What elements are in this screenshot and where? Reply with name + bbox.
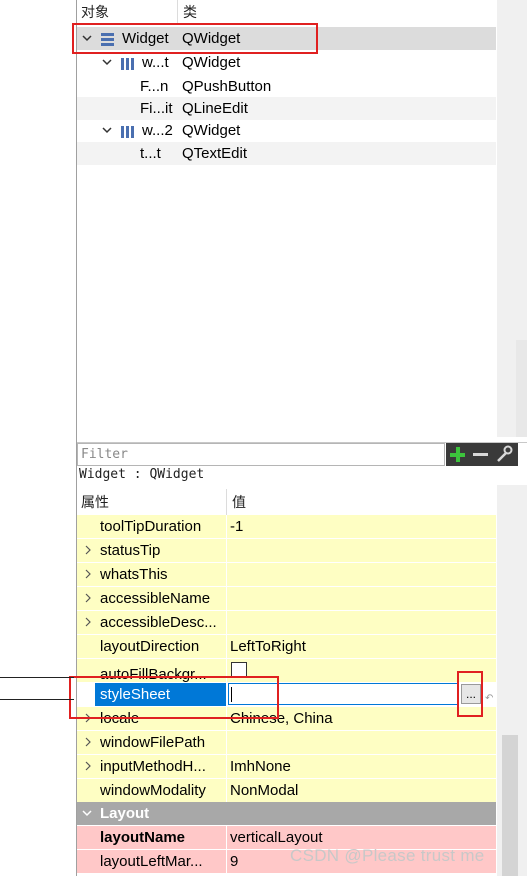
property-group-layout[interactable]: Layout bbox=[77, 802, 496, 826]
column-separator bbox=[226, 755, 227, 778]
hbox-layout-icon bbox=[121, 55, 135, 70]
column-separator bbox=[226, 587, 227, 610]
tree-row-widget-child-2[interactable]: w...2 QWidget bbox=[77, 119, 496, 142]
group-name: Layout bbox=[100, 805, 150, 822]
property-row-layoutdirection[interactable]: layoutDirection LeftToRight bbox=[77, 635, 496, 659]
chevron-right-icon[interactable] bbox=[83, 761, 93, 771]
chevron-down-icon[interactable] bbox=[82, 808, 92, 818]
column-separator bbox=[226, 611, 227, 634]
header-property: 属性 bbox=[81, 494, 109, 510]
annotation-line-top bbox=[0, 677, 74, 678]
watermark: CSDN @Please trust me bbox=[290, 846, 485, 865]
tree-row-name: w...2 bbox=[142, 122, 173, 139]
property-name: statusTip bbox=[100, 542, 161, 559]
column-separator bbox=[226, 635, 227, 658]
tree-row-class: QWidget bbox=[182, 122, 241, 139]
property-value[interactable]: NonModal bbox=[230, 779, 298, 802]
filter-toolbar bbox=[446, 443, 518, 466]
highlight-box-widget bbox=[72, 23, 318, 54]
column-separator bbox=[226, 731, 227, 754]
hbox-layout-icon bbox=[121, 123, 135, 138]
tree-row-class: QPushButton bbox=[182, 78, 272, 95]
header-separator bbox=[226, 489, 227, 515]
chevron-right-icon[interactable] bbox=[83, 545, 93, 555]
wrench-icon[interactable] bbox=[495, 445, 513, 463]
property-row-accessiblename[interactable]: accessibleName bbox=[77, 587, 496, 611]
header-value: 值 bbox=[232, 494, 246, 510]
tree-row-widget-child-1[interactable]: w...t QWidget bbox=[77, 51, 496, 74]
property-header: 属性 值 bbox=[77, 489, 496, 515]
property-name: layoutLeftMar... bbox=[100, 853, 203, 870]
property-scrollbar-thumb[interactable] bbox=[502, 735, 518, 876]
property-name: toolTipDuration bbox=[100, 518, 202, 535]
add-property-icon[interactable] bbox=[449, 446, 466, 463]
header-object: 对象 bbox=[81, 4, 109, 20]
tree-header: 对象 类 bbox=[77, 0, 496, 24]
chevron-right-icon[interactable] bbox=[83, 569, 93, 579]
property-row-tooltipduration[interactable]: toolTipDuration -1 bbox=[77, 515, 496, 539]
chevron-down-icon[interactable] bbox=[102, 57, 112, 67]
property-value[interactable]: LeftToRight bbox=[230, 635, 306, 658]
property-value[interactable]: ImhNone bbox=[230, 755, 291, 778]
chevron-right-icon[interactable] bbox=[83, 737, 93, 747]
column-separator bbox=[226, 826, 227, 849]
column-separator bbox=[226, 539, 227, 562]
property-name: accessibleDesc... bbox=[100, 614, 217, 631]
tree-row-class: QTextEdit bbox=[182, 145, 248, 162]
property-name: windowModality bbox=[100, 782, 206, 799]
column-separator bbox=[226, 515, 227, 538]
tree-scrollbar-thumb[interactable] bbox=[516, 340, 527, 437]
property-value[interactable]: -1 bbox=[230, 515, 243, 538]
tree-row-name: Fi...it bbox=[140, 100, 173, 117]
tree-row-name: t...t bbox=[140, 145, 161, 162]
tree-row-name: w...t bbox=[142, 54, 169, 71]
tree-row-pushbutton[interactable]: F...n QPushButton bbox=[77, 75, 496, 98]
tree-row-name: F...n bbox=[140, 78, 169, 95]
tree-row-class: QWidget bbox=[182, 54, 241, 71]
column-separator bbox=[226, 563, 227, 586]
object-inspector: 对象 类 Widget QWidget w...t QWidget F...n … bbox=[77, 0, 497, 437]
property-filter-bar: Filter bbox=[77, 442, 527, 467]
property-row-accessibledescription[interactable]: accessibleDesc... bbox=[77, 611, 496, 635]
remove-property-icon[interactable] bbox=[472, 446, 489, 463]
header-class: 类 bbox=[183, 4, 197, 20]
property-name: layoutName bbox=[100, 829, 186, 846]
property-name: layoutDirection bbox=[100, 638, 200, 655]
property-row-whatsthis[interactable]: whatsThis bbox=[77, 563, 496, 587]
left-margin bbox=[0, 0, 76, 876]
tree-row-lineedit[interactable]: Fi...it QLineEdit bbox=[77, 97, 496, 120]
annotation-line-bottom bbox=[0, 699, 74, 700]
property-name: accessibleName bbox=[100, 590, 211, 607]
property-row-inputmethodhints[interactable]: inputMethodH... ImhNone bbox=[77, 755, 496, 779]
property-row-windowfilepath[interactable]: windowFilePath bbox=[77, 731, 496, 755]
column-separator bbox=[226, 850, 227, 873]
highlight-box-stylesheet bbox=[69, 676, 279, 719]
property-name: windowFilePath bbox=[100, 734, 206, 751]
property-row-windowmodality[interactable]: windowModality NonModal bbox=[77, 779, 496, 803]
header-separator bbox=[177, 0, 178, 24]
chevron-down-icon[interactable] bbox=[102, 125, 112, 135]
property-name: whatsThis bbox=[100, 566, 168, 583]
selected-object-label: Widget : QWidget bbox=[77, 466, 499, 484]
tree-row-class: QLineEdit bbox=[182, 100, 248, 117]
chevron-right-icon[interactable] bbox=[83, 617, 93, 627]
filter-input[interactable]: Filter bbox=[77, 443, 445, 466]
chevron-right-icon[interactable] bbox=[83, 593, 93, 603]
column-separator bbox=[226, 779, 227, 802]
property-name: inputMethodH... bbox=[100, 758, 206, 775]
highlight-box-ellipsis bbox=[457, 671, 483, 717]
tree-row-textedit[interactable]: t...t QTextEdit bbox=[77, 142, 496, 165]
property-value[interactable]: 9 bbox=[230, 850, 238, 873]
reset-arrow-icon[interactable]: ↶ bbox=[485, 687, 495, 704]
property-row-statustip[interactable]: statusTip bbox=[77, 539, 496, 563]
